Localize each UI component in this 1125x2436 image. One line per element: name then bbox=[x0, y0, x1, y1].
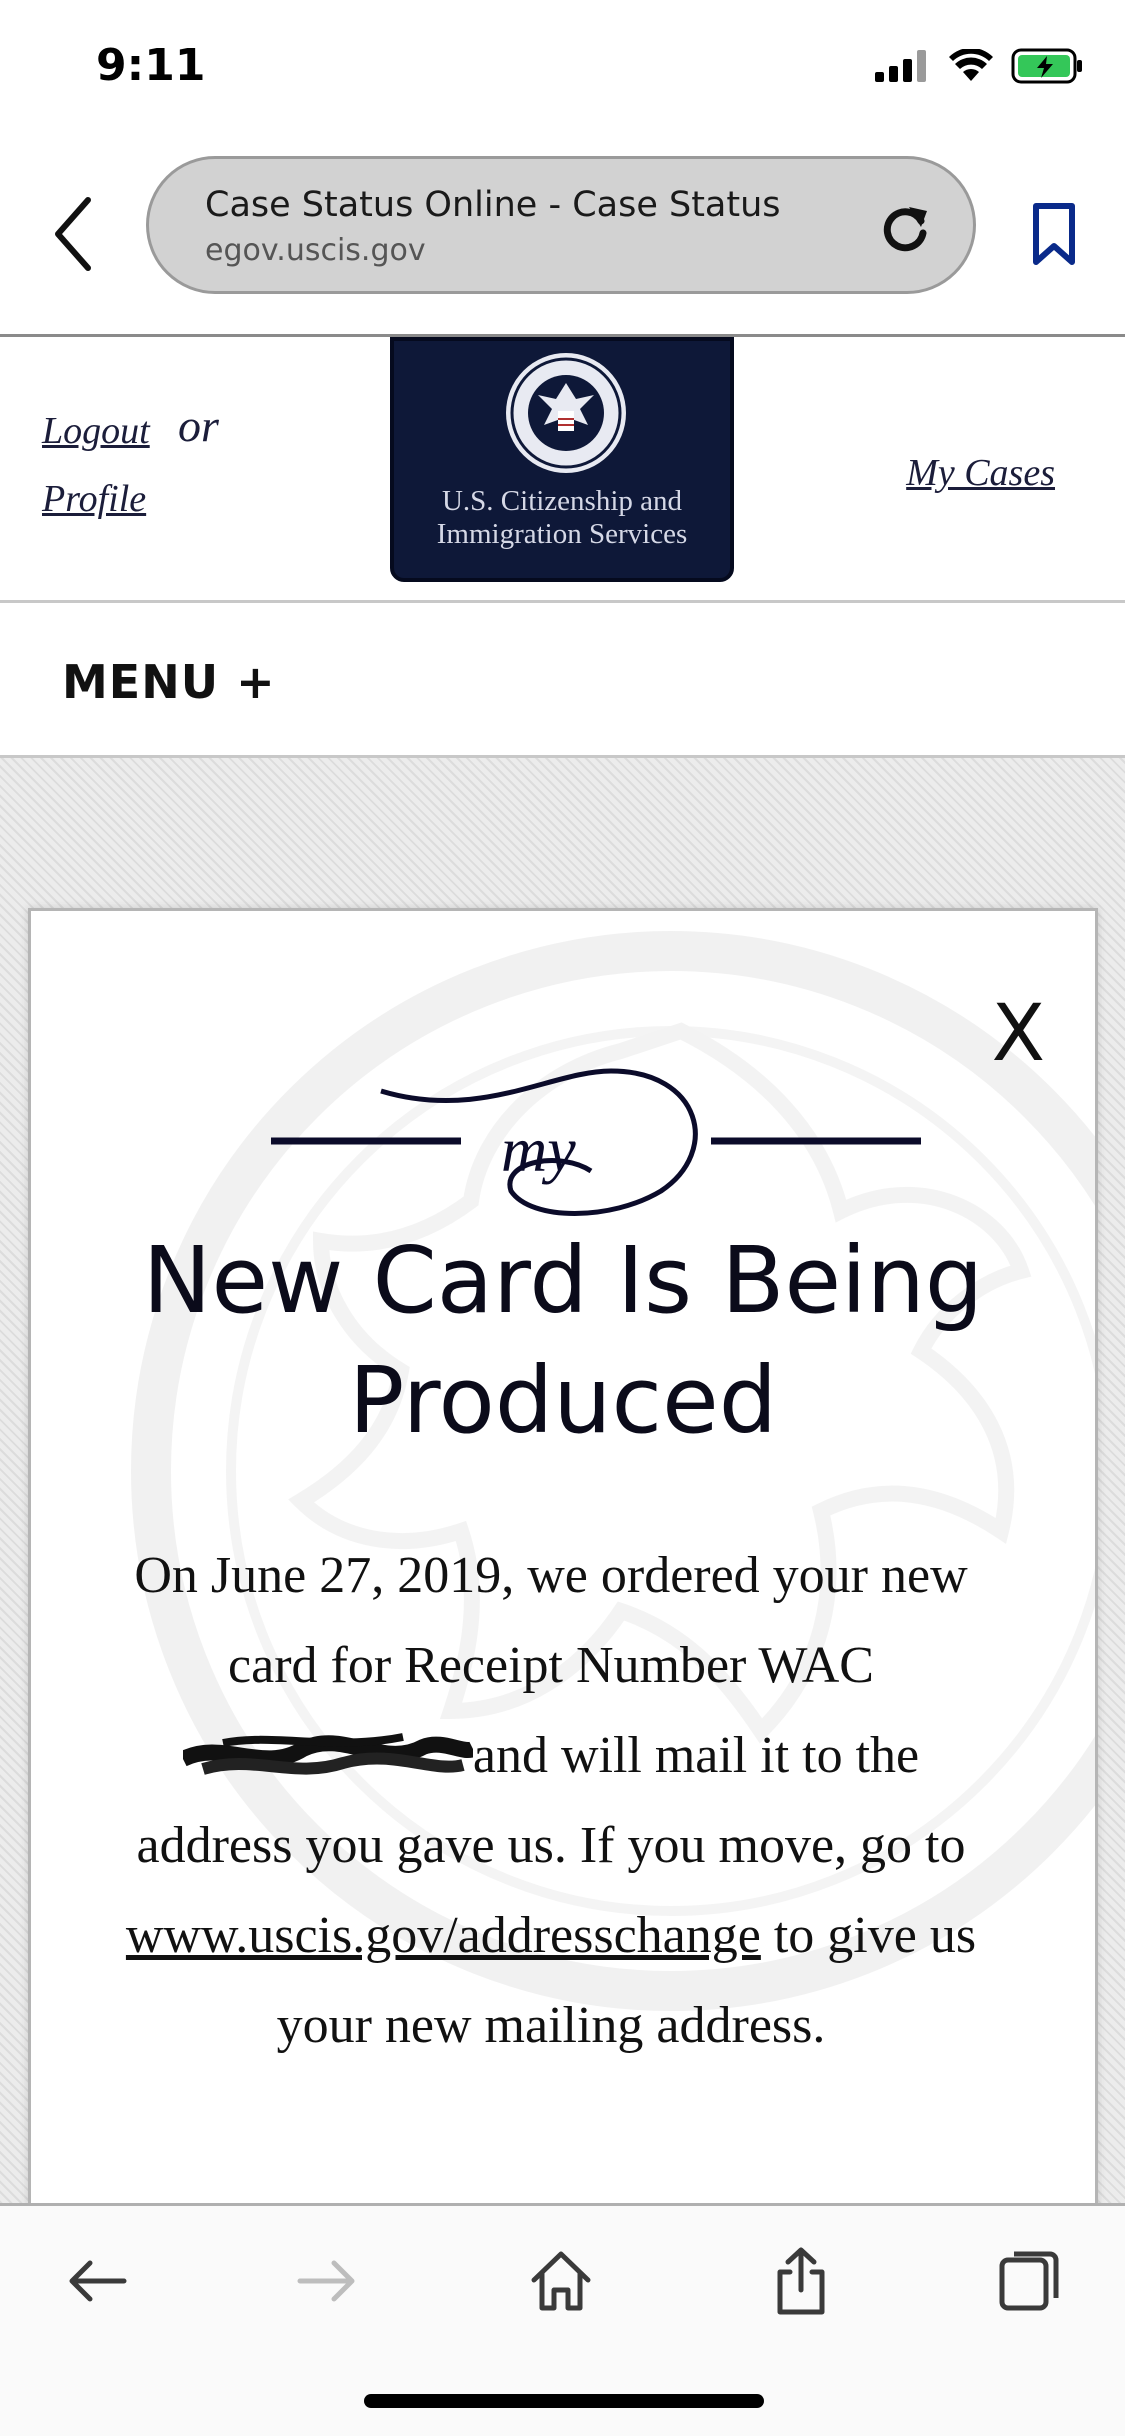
case-status-body: On June 27, 2019, we ordered your new ca… bbox=[121, 1531, 981, 2071]
battery-icon bbox=[1011, 48, 1082, 84]
my-flourish-icon: my bbox=[271, 1068, 921, 1216]
share-icon[interactable] bbox=[766, 2246, 836, 2316]
body-text-1: On June 27, 2019, we ordered your new ca… bbox=[134, 1547, 968, 1694]
browser-bar: Case Status Online - Case Status egov.us… bbox=[0, 140, 1125, 337]
heading-line-2: Produced bbox=[348, 1347, 778, 1454]
home-indicator bbox=[364, 2394, 764, 2408]
menu-bar: MENU + bbox=[0, 600, 1125, 758]
page-domain: egov.uscis.gov bbox=[205, 233, 426, 268]
flourish-text: my bbox=[501, 1114, 576, 1185]
case-status-card: X my New Card Is Being Produced On June … bbox=[28, 908, 1098, 2208]
logo-line-2: Immigration Services bbox=[436, 518, 688, 550]
heading-line-1: New Card Is Being bbox=[142, 1227, 984, 1334]
wifi-icon bbox=[949, 49, 993, 81]
browser-toolbar bbox=[0, 2203, 1125, 2436]
case-status-heading: New Card Is Being Produced bbox=[31, 1221, 1095, 1461]
address-change-link[interactable]: www.uscis.gov/addresschange bbox=[126, 1907, 761, 1964]
signal-icon bbox=[875, 50, 926, 82]
logout-link[interactable]: Logout bbox=[42, 409, 150, 453]
status-icons bbox=[875, 48, 1085, 84]
home-icon[interactable] bbox=[526, 2246, 596, 2316]
or-text: or bbox=[178, 400, 219, 451]
page-title: Case Status Online - Case Status bbox=[205, 185, 781, 225]
reload-icon[interactable] bbox=[877, 199, 933, 255]
status-time: 9:11 bbox=[96, 40, 206, 91]
profile-link[interactable]: Profile bbox=[42, 477, 146, 521]
forward-arrow-icon[interactable] bbox=[292, 2246, 362, 2316]
back-arrow-icon[interactable] bbox=[62, 2246, 132, 2316]
close-button[interactable]: X bbox=[992, 989, 1045, 1079]
address-bar[interactable]: Case Status Online - Case Status egov.us… bbox=[146, 156, 976, 294]
status-bar: 9:11 bbox=[0, 0, 1125, 140]
dhs-seal-icon bbox=[506, 353, 626, 473]
back-chevron-icon[interactable] bbox=[48, 194, 98, 274]
uscis-logo[interactable]: U.S. Citizenship and Immigration Service… bbox=[390, 337, 734, 582]
logo-line-1: U.S. Citizenship and bbox=[441, 485, 683, 517]
redaction-scribble-icon bbox=[182, 1733, 473, 1775]
menu-toggle[interactable]: MENU + bbox=[62, 655, 276, 709]
logo-text: U.S. Citizenship and Immigration Service… bbox=[394, 485, 730, 551]
bookmark-icon[interactable] bbox=[1030, 202, 1078, 266]
site-header: Logout or Profile U.S. Citizenship and I… bbox=[0, 337, 1125, 600]
tabs-icon[interactable] bbox=[994, 2246, 1064, 2316]
my-cases-link[interactable]: My Cases bbox=[906, 451, 1055, 495]
